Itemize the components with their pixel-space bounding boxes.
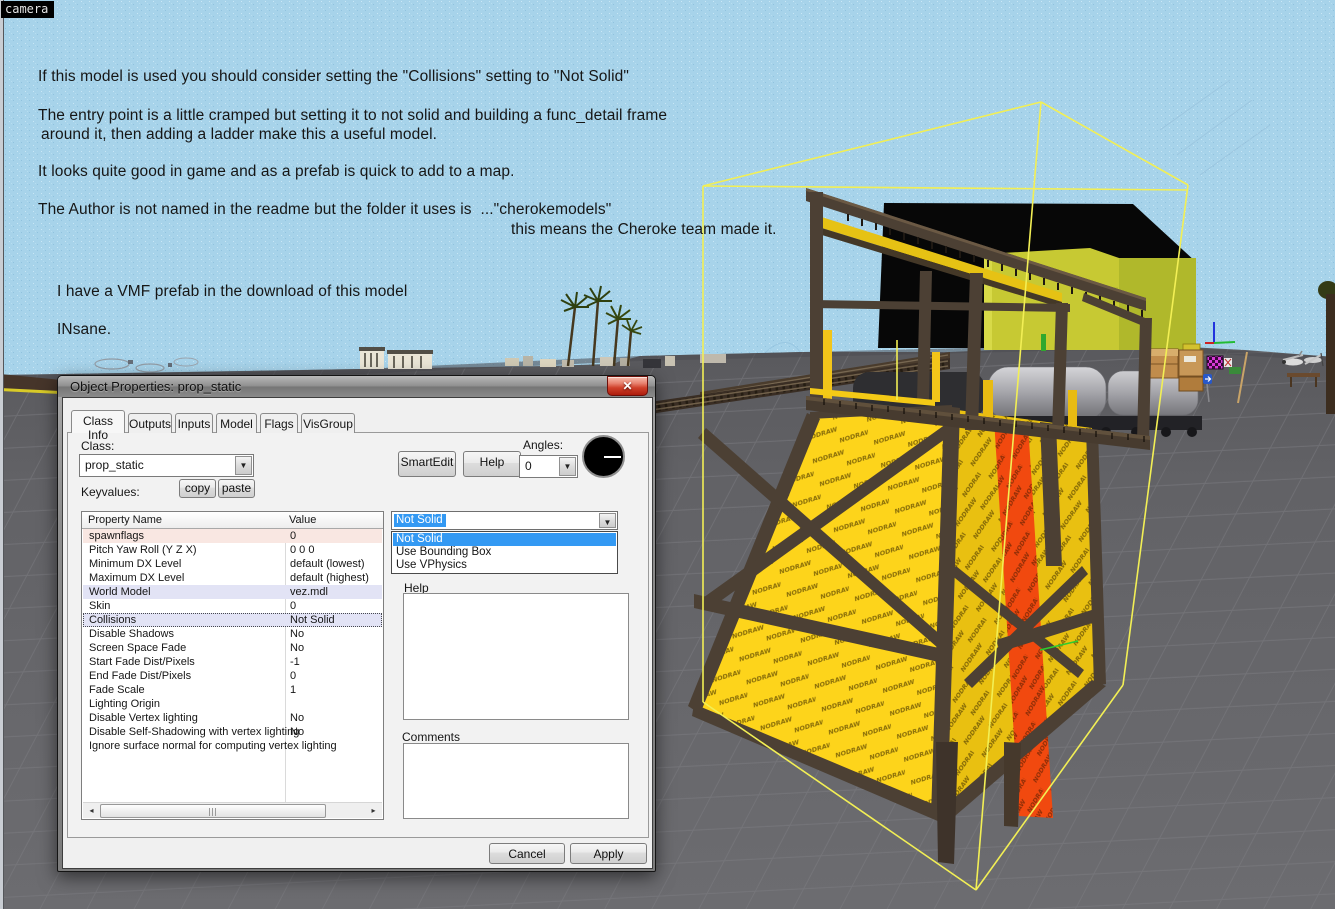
copy-button[interactable]: copy: [179, 479, 216, 498]
chevron-down-icon[interactable]: ▼: [559, 457, 576, 476]
class-combobox[interactable]: prop_static ▼: [79, 454, 254, 477]
annotation-line-3: It looks quite good in game and as a pre…: [38, 163, 515, 181]
annotation-line-2a: The entry point is a little cramped but …: [38, 107, 667, 125]
table-row[interactable]: Start Fade Dist/Pixels-1: [83, 655, 382, 669]
viewport-border: [0, 0, 4, 909]
tab-outputs[interactable]: Outputs: [128, 413, 172, 433]
annotation-line-1: If this model is used you should conside…: [38, 68, 629, 86]
table-row[interactable]: Pitch Yaw Roll (Y Z X)0 0 0: [83, 543, 382, 557]
table-row[interactable]: Disable Vertex lightingNo: [83, 711, 382, 725]
angle-dial-pointer: [604, 456, 621, 458]
tab-flags[interactable]: Flags: [260, 413, 298, 433]
table-row[interactable]: Disable Self-Shadowing with vertex light…: [83, 725, 382, 739]
angles-value: 0: [525, 459, 532, 473]
chevron-down-icon[interactable]: ▼: [235, 456, 252, 475]
angle-dial[interactable]: [582, 435, 625, 478]
scroll-left-icon[interactable]: ◂: [84, 804, 99, 818]
help-button[interactable]: Help: [463, 451, 521, 477]
table-row[interactable]: End Fade Dist/Pixels0: [83, 669, 382, 683]
scroll-right-icon[interactable]: ▸: [366, 804, 381, 818]
close-icon: ✕: [622, 379, 632, 393]
scrollbar-thumb[interactable]: [100, 804, 326, 818]
keyvalues-label: Keyvalues:: [81, 485, 140, 499]
annotation-line-5: this means the Cheroke team made it.: [511, 221, 777, 239]
camera-view-label: camera: [1, 1, 54, 18]
horizon-white-structures: [359, 347, 433, 369]
dropdown-option[interactable]: Use VPhysics: [393, 559, 616, 572]
table-row[interactable]: Lighting Origin: [83, 697, 382, 711]
dialog-titlebar[interactable]: Object Properties: prop_static: [58, 376, 655, 397]
object-properties-dialog: Object Properties: prop_static ✕ Class I…: [57, 375, 656, 872]
class-value: prop_static: [85, 458, 144, 472]
smartedit-button[interactable]: SmartEdit: [398, 451, 456, 477]
annotation-line-2b: around it, then adding a ladder make thi…: [41, 126, 437, 144]
table-row[interactable]: World Modelvez.mdl: [83, 585, 382, 599]
horizontal-scrollbar[interactable]: ◂ ▸: [83, 802, 382, 818]
header-value: Value: [289, 514, 316, 526]
collisions-combobox[interactable]: Not Solid ▼: [391, 511, 618, 530]
annotation-line-6: I have a VMF prefab in the download of t…: [57, 283, 407, 301]
dialog-title: Object Properties: prop_static: [70, 379, 241, 394]
angles-combobox[interactable]: 0 ▼: [519, 455, 578, 478]
collisions-selected-value: Not Solid: [394, 514, 446, 527]
dropdown-option[interactable]: Not Solid: [393, 533, 616, 546]
scrollbar-grip: [209, 808, 217, 816]
tab-model[interactable]: Model: [216, 413, 257, 433]
angles-label: Angles:: [523, 438, 563, 452]
table-row-collisions-selected[interactable]: CollisionsNot Solid: [83, 613, 382, 627]
paste-button[interactable]: paste: [218, 479, 255, 498]
collisions-dropdown-list: Not Solid Use Bounding Box Use VPhysics: [391, 531, 618, 574]
apply-button[interactable]: Apply: [570, 843, 647, 864]
cancel-button[interactable]: Cancel: [489, 843, 565, 864]
property-table[interactable]: Property Name Value spawnflags0 Pitch Ya…: [81, 511, 384, 820]
tab-visgroup[interactable]: VisGroup: [301, 413, 355, 433]
annotation-line-7: INsane.: [57, 321, 111, 339]
chevron-down-icon[interactable]: ▼: [599, 513, 616, 528]
table-row[interactable]: Fade Scale1: [83, 683, 382, 697]
table-row[interactable]: Maximum DX Leveldefault (highest): [83, 571, 382, 585]
help-textbox: [403, 593, 629, 720]
close-button[interactable]: ✕: [607, 376, 648, 396]
tab-inputs[interactable]: Inputs: [175, 413, 213, 433]
hammer-editor-screenshot: NODRAW NODRAW NODRAW NODRAW NODRAW NODRA…: [0, 0, 1335, 909]
table-row[interactable]: spawnflags0: [83, 529, 382, 543]
comments-textarea[interactable]: [403, 743, 629, 819]
table-row[interactable]: Ignore surface normal for computing vert…: [83, 739, 382, 753]
annotation-line-4: The Author is not named in the readme bu…: [38, 201, 611, 219]
table-row[interactable]: Disable ShadowsNo: [83, 627, 382, 641]
header-property-name: Property Name: [88, 514, 162, 526]
comments-label: Comments: [402, 730, 460, 744]
table-row[interactable]: Minimum DX Leveldefault (lowest): [83, 557, 382, 571]
table-row[interactable]: Screen Space FadeNo: [83, 641, 382, 655]
dropdown-option[interactable]: Use Bounding Box: [393, 546, 616, 559]
table-row[interactable]: Skin0: [83, 599, 382, 613]
table-header: Property Name Value: [82, 512, 383, 529]
tab-class-info[interactable]: Class Info: [71, 410, 125, 433]
